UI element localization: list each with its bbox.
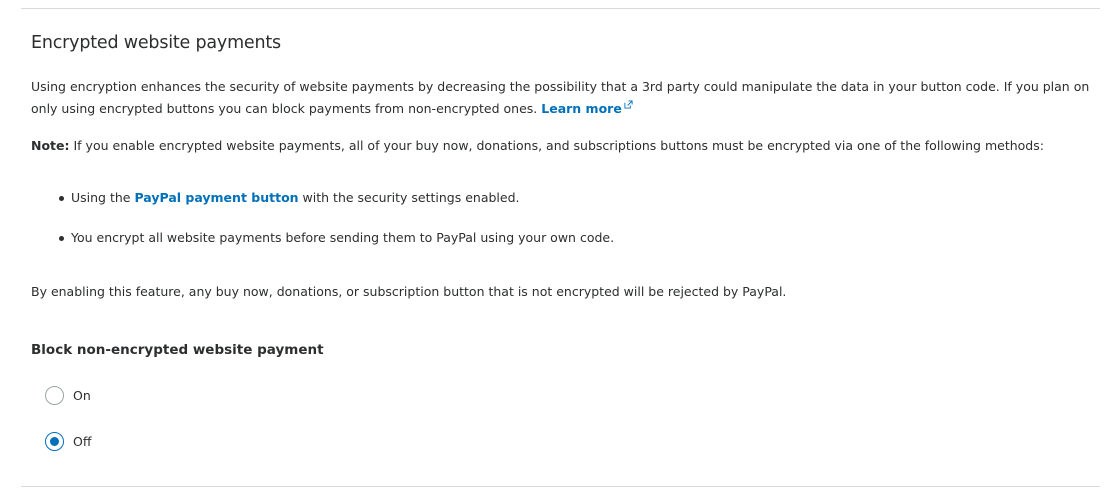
radio-option-off[interactable]: Off [45,432,91,451]
bullet-suffix: with the security settings enabled. [302,190,520,205]
note-text: If you enable encrypted website payments… [73,138,1044,153]
radio-on-label: On [73,388,91,403]
note-label: Note: [31,138,70,153]
radio-off[interactable] [45,432,64,451]
note-paragraph: Note: If you enable encrypted website pa… [31,135,1091,157]
bullet-icon [59,236,64,241]
bullet-icon [59,196,64,201]
encrypted-payments-panel: Encrypted website payments Using encrypt… [21,8,1100,487]
bullet-prefix: Using the [71,190,131,205]
radio-off-label: Off [73,434,92,449]
enabling-paragraph: By enabling this feature, any buy now, d… [31,284,787,299]
learn-more-label: Learn more [541,101,622,116]
radio-on[interactable] [45,386,64,405]
list-item: You encrypt all website payments before … [31,227,614,249]
intro-paragraph: Using encryption enhances the security o… [31,76,1091,120]
list-item: Using the PayPal payment button with the… [31,187,614,209]
block-setting-label: Block non-encrypted website payment [31,342,324,358]
learn-more-link[interactable]: Learn more [541,100,633,116]
section-title: Encrypted website payments [31,33,281,53]
external-link-icon [624,100,633,109]
radio-option-on[interactable]: On [45,386,91,405]
paypal-payment-button-link[interactable]: PayPal payment button [134,190,298,205]
methods-list: Using the PayPal payment button with the… [31,187,614,267]
bullet-text: You encrypt all website payments before … [71,230,615,245]
